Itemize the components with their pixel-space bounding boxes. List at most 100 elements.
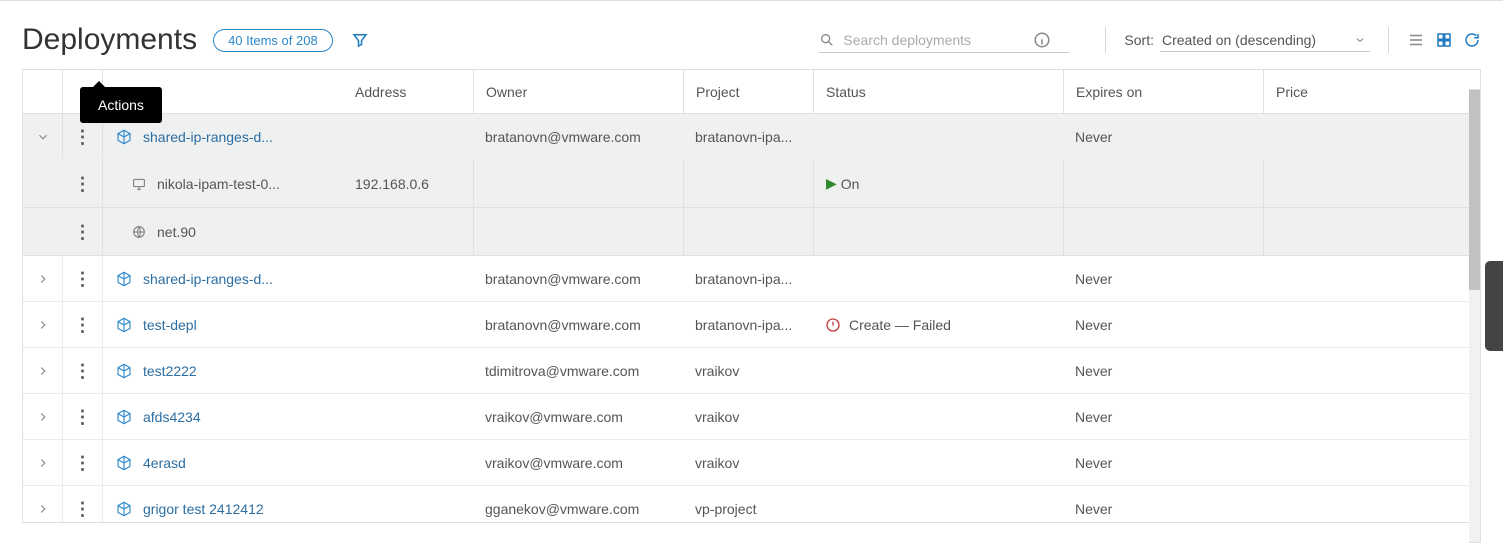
deployment-icon <box>115 500 133 518</box>
table-row[interactable]: ⋮ test-depl bratanovn@vmware.com bratano… <box>23 302 1480 348</box>
network-icon <box>131 224 147 240</box>
deployment-name-link[interactable]: grigor test 2412412 <box>143 501 264 517</box>
child-row[interactable]: ⋮ nikola-ipam-test-0... 192.168.0.6 ▶ On <box>23 160 1480 208</box>
cell-price <box>1263 348 1423 393</box>
cell-project: vraikov <box>683 394 813 439</box>
items-count-pill: 40 Items of 208 <box>213 29 333 52</box>
search-field-wrap <box>819 28 1069 53</box>
error-icon <box>825 317 841 333</box>
col-header-expires[interactable]: Expires on <box>1063 70 1263 113</box>
row-actions-menu[interactable]: ⋮ <box>74 362 92 380</box>
cell-price <box>1263 256 1423 301</box>
scroll-thumb[interactable] <box>1469 90 1480 290</box>
row-actions-menu[interactable]: ⋮ <box>74 454 92 472</box>
row-actions-menu[interactable]: ⋮ <box>74 270 92 288</box>
cell-expires: Never <box>1063 394 1263 439</box>
child-name: net.90 <box>157 224 196 240</box>
cell-address: 192.168.0.6 <box>343 176 473 192</box>
cell-status <box>813 256 1063 301</box>
table-row[interactable]: ⋮ shared-ip-ranges-d... bratanovn@vmware… <box>23 114 1480 160</box>
cell-status <box>813 486 1063 523</box>
table-row[interactable]: ⋮ afds4234 vraikov@vmware.com vraikov Ne… <box>23 394 1480 440</box>
deployments-grid: Address Owner Project Status Expires on … <box>22 69 1481 523</box>
cell-price <box>1263 486 1423 523</box>
actions-tooltip-text: Actions <box>98 97 144 113</box>
row-actions-menu[interactable]: ⋮ <box>74 316 92 334</box>
col-header-status[interactable]: Status <box>813 70 1063 113</box>
cell-owner: bratanovn@vmware.com <box>473 256 683 301</box>
deployment-name-link[interactable]: test2222 <box>143 363 197 379</box>
col-header-owner[interactable]: Owner <box>473 70 683 113</box>
status-text: Create — Failed <box>849 317 951 333</box>
vertical-scrollbar[interactable] <box>1469 89 1481 543</box>
col-header-address[interactable]: Address <box>343 84 473 100</box>
child-row[interactable]: ⋮ net.90 <box>23 208 1480 256</box>
table-row[interactable]: ⋮ 4erasd vraikov@vmware.com vraikov Neve… <box>23 440 1480 486</box>
cell-expires: Never <box>1063 302 1263 347</box>
cell-owner: bratanovn@vmware.com <box>473 302 683 347</box>
deployment-name-link[interactable]: afds4234 <box>143 409 201 425</box>
expand-icon[interactable] <box>36 502 50 516</box>
deployment-name-link[interactable]: shared-ip-ranges-d... <box>143 271 273 287</box>
grid-view-icon[interactable] <box>1435 31 1453 49</box>
grid-header: Address Owner Project Status Expires on … <box>23 70 1480 114</box>
col-header-project[interactable]: Project <box>683 70 813 113</box>
row-actions-menu[interactable]: ⋮ <box>74 500 92 518</box>
table-row[interactable]: ⋮ shared-ip-ranges-d... bratanovn@vmware… <box>23 256 1480 302</box>
deployment-icon <box>115 362 133 380</box>
cell-owner: gganekov@vmware.com <box>473 486 683 523</box>
deployment-name-link[interactable]: 4erasd <box>143 455 186 471</box>
sort-select[interactable]: Created on (descending) <box>1160 29 1370 52</box>
side-drawer-tab[interactable] <box>1485 261 1503 351</box>
deployment-icon <box>115 316 133 334</box>
expand-icon[interactable] <box>36 456 50 470</box>
refresh-icon[interactable] <box>1463 31 1481 49</box>
table-row[interactable]: ⋮ test2222 tdimitrova@vmware.com vraikov… <box>23 348 1480 394</box>
col-header-price[interactable]: Price <box>1263 70 1423 113</box>
divider <box>1105 27 1106 53</box>
collapse-icon[interactable] <box>36 130 50 144</box>
deployment-icon <box>115 270 133 288</box>
cell-owner: vraikov@vmware.com <box>473 394 683 439</box>
cell-owner: tdimitrova@vmware.com <box>473 348 683 393</box>
page-header: Deployments 40 Items of 208 Sort: Create… <box>0 1 1503 69</box>
cell-expires: Never <box>1063 440 1263 485</box>
row-actions-menu[interactable]: ⋮ <box>74 408 92 426</box>
expand-icon[interactable] <box>36 364 50 378</box>
expand-icon[interactable] <box>36 410 50 424</box>
info-icon[interactable] <box>1033 31 1051 49</box>
chevron-down-icon <box>1354 34 1366 46</box>
cell-status <box>813 394 1063 439</box>
row-actions-menu[interactable]: ⋮ <box>74 175 92 193</box>
child-name: nikola-ipam-test-0... <box>157 176 280 192</box>
filter-icon[interactable] <box>351 31 369 49</box>
search-input[interactable] <box>843 32 1033 48</box>
row-actions-menu[interactable]: ⋮ <box>74 223 92 241</box>
cell-price <box>1263 302 1423 347</box>
deployment-name-link[interactable]: shared-ip-ranges-d... <box>143 129 273 145</box>
cell-project: bratanovn-ipa... <box>683 302 813 347</box>
cell-project: vraikov <box>683 348 813 393</box>
cell-status <box>813 440 1063 485</box>
list-view-icon[interactable] <box>1407 31 1425 49</box>
cell-expires: Never <box>1063 348 1263 393</box>
cell-price <box>1263 440 1423 485</box>
expand-icon[interactable] <box>36 272 50 286</box>
row-actions-menu[interactable]: ⋮ <box>74 128 92 146</box>
expand-icon[interactable] <box>36 318 50 332</box>
grid-body[interactable]: ⋮ shared-ip-ranges-d... bratanovn@vmware… <box>23 114 1480 523</box>
play-icon: ▶ <box>826 175 837 192</box>
sort-label: Sort: <box>1124 32 1154 48</box>
actions-tooltip: Actions <box>80 87 162 123</box>
cell-expires: Never <box>1063 486 1263 523</box>
status-badge: Create — Failed <box>825 317 951 333</box>
deployment-name-link[interactable]: test-depl <box>143 317 197 333</box>
table-row[interactable]: ⋮ grigor test 2412412 gganekov@vmware.co… <box>23 486 1480 523</box>
cell-project: bratanovn-ipa... <box>683 256 813 301</box>
status-text: On <box>841 176 860 192</box>
cell-owner: vraikov@vmware.com <box>473 440 683 485</box>
cell-expires: Never <box>1063 114 1263 159</box>
divider <box>1388 27 1389 53</box>
deployment-icon <box>115 408 133 426</box>
vm-icon <box>131 176 147 192</box>
